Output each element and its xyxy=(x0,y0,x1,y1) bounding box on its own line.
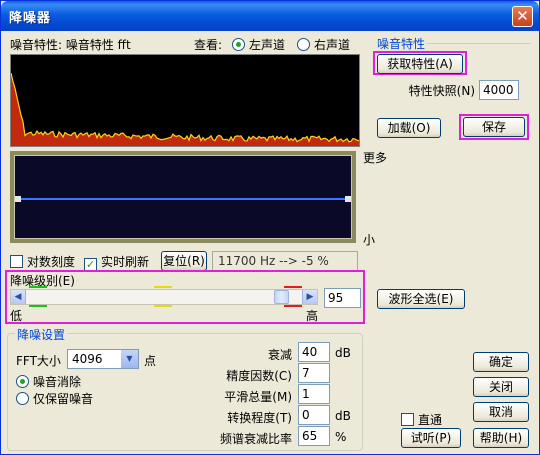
fft-unit-label: 点 xyxy=(144,354,157,368)
right-channel-label: 右声道 xyxy=(314,38,351,52)
checkbox-icon xyxy=(10,255,23,268)
marker-low xyxy=(29,286,47,288)
noise-profile-label: 噪音特性: 噪音特性 fft xyxy=(10,38,131,52)
view-label: 查看: xyxy=(194,38,223,52)
param-unit-spectral-decay: % xyxy=(335,430,347,444)
curve-right-handle[interactable] xyxy=(345,196,351,202)
marker-high xyxy=(284,286,302,288)
help-button[interactable]: 帮助(H) xyxy=(473,428,529,448)
marker-mid-bottom xyxy=(154,305,172,307)
param-input-spectral-decay[interactable]: 65 xyxy=(298,426,330,446)
live-update-checkbox[interactable]: ✓ 实时刷新 xyxy=(84,253,149,271)
ok-button[interactable]: 确定 xyxy=(473,352,529,372)
noise-level-input[interactable]: 95 xyxy=(324,288,361,308)
param-unit-transition: dB xyxy=(335,409,351,423)
snapshots-label: 特性快照(N) xyxy=(408,84,475,98)
marker-high-bottom xyxy=(284,305,302,307)
param-input-transition[interactable]: 0 xyxy=(298,405,330,425)
less-label: 小 xyxy=(363,233,376,247)
fft-size-value: 4096 xyxy=(72,352,103,366)
chevron-down-icon[interactable]: ▼ xyxy=(121,350,138,368)
high-label: 高 xyxy=(306,309,319,323)
snapshots-input[interactable]: 4000 xyxy=(479,80,519,100)
more-label: 更多 xyxy=(363,151,388,165)
marker-mid xyxy=(154,286,172,288)
keep-noise-radio[interactable]: 仅保留噪音 xyxy=(16,390,93,407)
param-label-transition: 转换程度(T) xyxy=(227,411,292,425)
window-title: 降噪器 xyxy=(9,11,52,26)
reset-button[interactable]: 复位(R) xyxy=(161,251,207,271)
right-channel-radio[interactable]: 右声道 xyxy=(297,36,350,53)
param-input-precision[interactable]: 7 xyxy=(298,363,330,383)
scroll-right-icon[interactable]: ▶ xyxy=(302,290,317,304)
radio-icon xyxy=(297,38,310,51)
param-input-attenuation[interactable]: 40 xyxy=(298,342,330,362)
slider-thumb[interactable] xyxy=(274,290,289,304)
radio-icon xyxy=(16,392,29,405)
fft-size-label: FFT大小 xyxy=(16,354,61,368)
select-all-button[interactable]: 波形全选(E) xyxy=(377,289,465,309)
remove-noise-label: 噪音消除 xyxy=(33,375,82,389)
log-scale-checkbox[interactable]: 对数刻度 xyxy=(10,253,75,270)
radio-selected-icon xyxy=(16,375,29,388)
cancel-button[interactable]: 取消 xyxy=(473,402,529,422)
fft-size-select[interactable]: 4096 ▼ xyxy=(67,349,139,369)
keep-noise-label: 仅保留噪音 xyxy=(33,392,94,406)
get-profile-button[interactable]: 获取特性(A) xyxy=(377,54,463,74)
profile-group-title: 噪音特性 xyxy=(375,35,428,52)
curve-left-handle[interactable] xyxy=(15,196,21,202)
spectrum-fill xyxy=(11,73,359,146)
param-label-precision: 精度因数(C) xyxy=(226,369,292,383)
live-update-label: 实时刷新 xyxy=(101,255,150,269)
noise-reduction-dialog: 降噪器 ✕ 噪音特性: 噪音特性 fft 查看: 左声道 右声道 更多 小 噪音… xyxy=(0,0,540,455)
left-channel-label: 左声道 xyxy=(249,38,286,52)
noise-curve-editor[interactable] xyxy=(10,151,356,243)
preview-button[interactable]: 试听(P) xyxy=(401,428,461,448)
spectrum-line xyxy=(10,72,360,143)
param-input-smoothing[interactable]: 1 xyxy=(298,384,330,404)
marker-low-bottom xyxy=(29,305,47,307)
settings-group-title: 降噪设置 xyxy=(15,326,68,343)
save-button[interactable]: 保存 xyxy=(463,117,525,137)
frequency-readout: 11700 Hz --> -5 % xyxy=(212,251,358,271)
spectrum-plot xyxy=(10,72,360,146)
low-label: 低 xyxy=(10,309,23,323)
noise-spectrum-graph[interactable] xyxy=(10,54,360,147)
load-button[interactable]: 加载(O) xyxy=(377,118,441,138)
log-scale-label: 对数刻度 xyxy=(27,255,76,269)
bypass-checkbox[interactable]: 直通 xyxy=(401,411,442,428)
bypass-label: 直通 xyxy=(418,413,443,427)
noise-level-scrollbar[interactable]: ◀ ▶ xyxy=(10,289,318,305)
scroll-left-icon[interactable]: ◀ xyxy=(11,290,26,304)
close-icon[interactable]: ✕ xyxy=(512,6,533,27)
curve-line xyxy=(18,198,348,200)
curve-canvas[interactable] xyxy=(14,155,352,239)
left-channel-radio[interactable]: 左声道 xyxy=(232,36,285,53)
param-label-smoothing: 平滑总量(M) xyxy=(224,390,292,404)
remove-noise-radio[interactable]: 噪音消除 xyxy=(16,373,81,390)
radio-selected-icon xyxy=(232,38,245,51)
profile-group-line xyxy=(427,43,531,44)
param-unit-attenuation: dB xyxy=(335,346,351,360)
param-label-attenuation: 衰减 xyxy=(267,348,292,362)
title-bar[interactable]: 降噪器 ✕ xyxy=(1,1,539,31)
checkbox-icon xyxy=(401,413,414,426)
param-label-spectral-decay: 频谱衰减比率 xyxy=(219,432,292,446)
close-button[interactable]: 关闭 xyxy=(473,377,529,397)
